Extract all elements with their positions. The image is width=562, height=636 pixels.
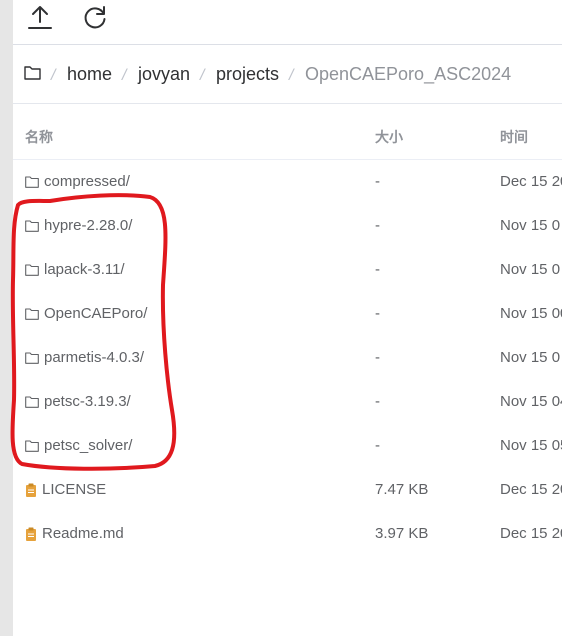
file-size: - xyxy=(375,217,380,234)
file-time: Dec 15 20 xyxy=(500,481,562,498)
table-row[interactable]: petsc_solver/ - Nov 15 05 xyxy=(13,424,562,468)
file-time: Nov 15 0 xyxy=(500,349,561,366)
file-size: - xyxy=(375,173,380,190)
breadcrumb-home[interactable]: home xyxy=(67,63,112,85)
folder-icon xyxy=(25,440,39,452)
table-row[interactable]: petsc-3.19.3/ - Nov 15 04 xyxy=(13,380,562,424)
folder-icon xyxy=(25,220,39,232)
file-size: - xyxy=(375,393,380,410)
folder-icon xyxy=(25,264,39,276)
table-row[interactable]: Readme.md 3.97 KB Dec 15 20 xyxy=(13,512,562,556)
file-name[interactable]: LICENSE xyxy=(42,481,106,499)
file-size: - xyxy=(375,437,380,454)
row-name[interactable]: petsc-3.19.3/ xyxy=(25,393,131,411)
file-name[interactable]: lapack-3.11/ xyxy=(44,261,125,279)
row-name[interactable]: parmetis-4.0.3/ xyxy=(25,349,144,367)
table-row[interactable]: compressed/ - Dec 15 20 xyxy=(13,160,562,204)
row-name[interactable]: compressed/ xyxy=(25,173,130,191)
file-time: Nov 15 0 xyxy=(500,217,561,234)
file-name[interactable]: compressed/ xyxy=(44,173,130,191)
breadcrumb-separator: / xyxy=(200,67,205,84)
left-panel-edge xyxy=(0,0,13,636)
file-icon xyxy=(26,527,36,541)
breadcrumb-separator: / xyxy=(51,67,56,84)
table-header: 名称 大小 时间 xyxy=(13,104,562,160)
folder-icon xyxy=(25,176,39,188)
row-name[interactable]: LICENSE xyxy=(25,481,106,499)
breadcrumb-jovyan[interactable]: jovyan xyxy=(138,63,190,85)
row-name[interactable]: hypre-2.28.0/ xyxy=(25,217,132,235)
file-time: Nov 15 00 xyxy=(500,305,562,322)
table-row[interactable]: OpenCAEPoro/ - Nov 15 00 xyxy=(13,292,562,336)
upload-button[interactable] xyxy=(25,2,55,32)
file-icon xyxy=(26,483,36,497)
row-name[interactable]: petsc_solver/ xyxy=(25,437,132,455)
file-size: 7.47 KB xyxy=(375,481,429,498)
breadcrumb: / home / jovyan / projects / OpenCAEPoro… xyxy=(13,45,562,104)
file-size: - xyxy=(375,349,380,366)
refresh-button[interactable] xyxy=(80,2,110,32)
row-name[interactable]: OpenCAEPoro/ xyxy=(25,305,147,323)
file-size: - xyxy=(375,261,380,278)
file-name[interactable]: petsc_solver/ xyxy=(44,437,132,455)
refresh-icon xyxy=(84,6,106,29)
toolbar xyxy=(13,0,562,45)
file-time: Dec 15 20 xyxy=(500,525,562,542)
file-size: - xyxy=(375,305,380,322)
file-name[interactable]: hypre-2.28.0/ xyxy=(44,217,132,235)
folder-icon xyxy=(25,352,39,364)
row-name[interactable]: Readme.md xyxy=(25,525,124,543)
table-row[interactable]: lapack-3.11/ - Nov 15 0 xyxy=(13,248,562,292)
file-name[interactable]: Readme.md xyxy=(42,525,124,543)
table-row[interactable]: parmetis-4.0.3/ - Nov 15 0 xyxy=(13,336,562,380)
breadcrumb-projects[interactable]: projects xyxy=(216,63,279,85)
file-name[interactable]: OpenCAEPoro/ xyxy=(44,305,147,323)
table-row[interactable]: LICENSE 7.47 KB Dec 15 20 xyxy=(13,468,562,512)
row-name[interactable]: lapack-3.11/ xyxy=(25,261,125,279)
table-row[interactable]: hypre-2.28.0/ - Nov 15 0 xyxy=(13,204,562,248)
file-time: Nov 15 0 xyxy=(500,261,561,278)
file-time: Nov 15 04 xyxy=(500,393,562,410)
breadcrumb-current: OpenCAEPoro_ASC2024 xyxy=(305,64,512,84)
file-size: 3.97 KB xyxy=(375,525,429,542)
column-header-time[interactable]: 时间 xyxy=(500,128,528,146)
breadcrumb-separator: / xyxy=(289,67,294,84)
column-header-size[interactable]: 大小 xyxy=(375,128,403,146)
folder-icon xyxy=(25,396,39,408)
column-header-name[interactable]: 名称 xyxy=(25,128,53,146)
file-name[interactable]: petsc-3.19.3/ xyxy=(44,393,131,411)
breadcrumb-separator: / xyxy=(122,67,127,84)
folder-icon xyxy=(25,308,39,320)
file-time: Dec 15 20 xyxy=(500,173,562,190)
file-time: Nov 15 05 xyxy=(500,437,562,454)
file-name[interactable]: parmetis-4.0.3/ xyxy=(44,349,144,367)
upload-icon xyxy=(28,6,52,29)
folder-icon[interactable] xyxy=(24,65,41,80)
